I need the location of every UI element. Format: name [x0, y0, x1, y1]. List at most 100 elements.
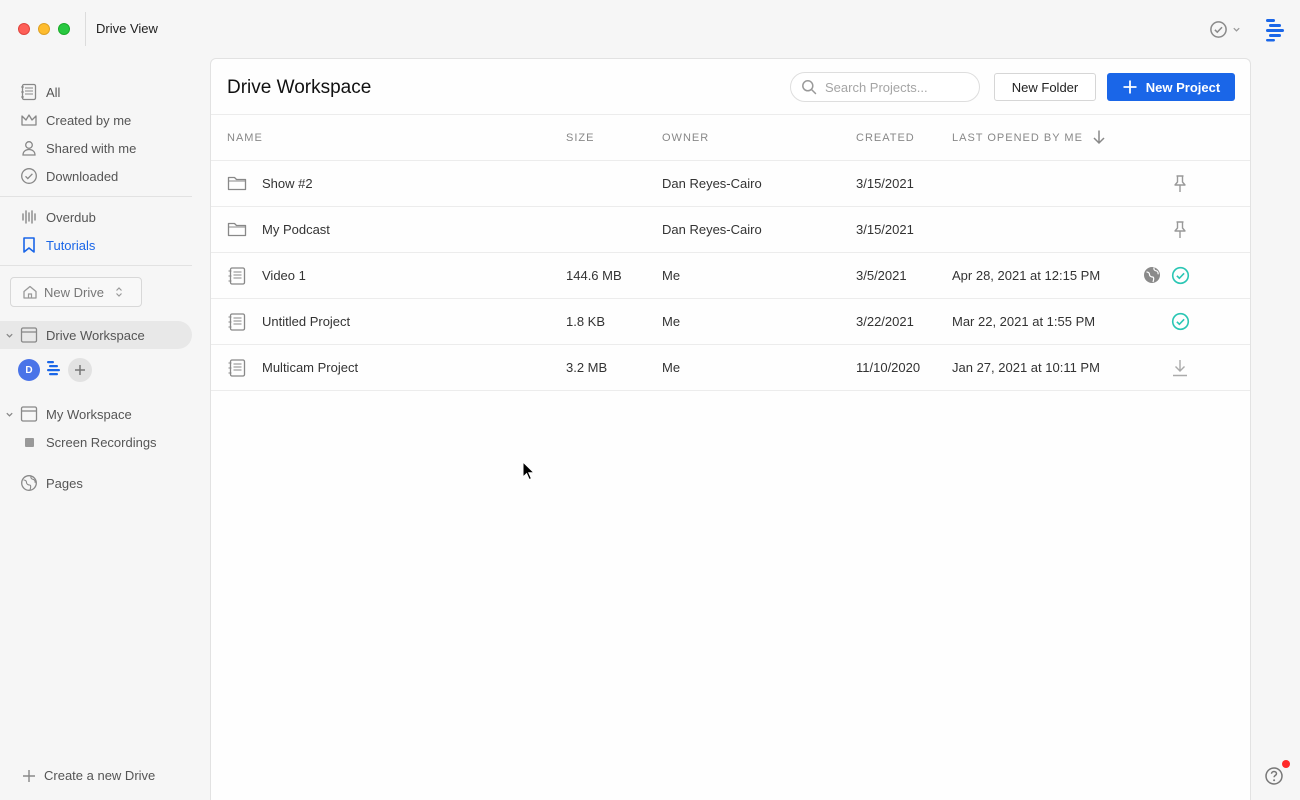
maximize-window-button[interactable] [58, 23, 70, 35]
row-created: 3/5/2021 [856, 268, 907, 283]
create-drive-button[interactable]: Create a new Drive [22, 768, 155, 783]
check-circle-icon [1210, 21, 1227, 38]
project-icon [227, 358, 247, 381]
new-folder-button[interactable]: New Folder [994, 73, 1096, 101]
search-box[interactable] [790, 72, 980, 102]
workspace-members: D [18, 358, 92, 382]
column-name[interactable]: NAME [227, 132, 263, 144]
bookmark-icon [20, 236, 38, 254]
row-name: Show #2 [262, 176, 313, 191]
workspace-drive-workspace[interactable]: Drive Workspace [0, 321, 192, 349]
sidebar-item-label: Screen Recordings [46, 434, 157, 450]
project-icon [227, 266, 247, 289]
row-name: My Podcast [262, 222, 330, 237]
crown-icon [20, 111, 38, 129]
sidebar-item-shared-with-me[interactable]: Shared with me [20, 136, 136, 160]
row-size: 1.8 KB [566, 314, 606, 329]
column-last-opened[interactable]: LAST OPENED BY ME [952, 132, 1083, 144]
row-owner: Me [662, 314, 681, 329]
column-created[interactable]: CREATED [856, 132, 915, 144]
sidebar-item-pages[interactable]: Pages [20, 471, 83, 495]
page-title: Drive Workspace [227, 77, 372, 98]
new-project-button[interactable]: New Project [1107, 73, 1235, 101]
row-owner: Dan Reyes-Cairo [662, 222, 762, 237]
row-last-opened: Apr 28, 2021 at 12:15 PM [952, 268, 1101, 283]
window-controls [18, 23, 70, 35]
window-title: Drive View [96, 21, 158, 36]
synced-check-icon [1171, 266, 1190, 288]
workspace-my-workspace[interactable]: My Workspace [0, 400, 192, 428]
chevron-up-down-icon [116, 287, 122, 297]
sidebar-item-downloaded[interactable]: Downloaded [20, 164, 118, 188]
search-input[interactable] [825, 79, 965, 95]
column-owner[interactable]: OWNER [662, 132, 709, 144]
new-project-label: New Project [1145, 79, 1221, 95]
help-button[interactable] [1264, 766, 1284, 791]
check-circle-icon [20, 167, 38, 185]
sidebar-item-label: Downloaded [46, 168, 119, 184]
row-name: Video 1 [262, 268, 306, 283]
home-icon [23, 285, 37, 299]
pin-icon[interactable] [1172, 174, 1188, 197]
sidebar-item-tutorials[interactable]: Tutorials [20, 233, 95, 257]
close-window-button[interactable] [18, 23, 30, 35]
add-member-button[interactable] [68, 358, 92, 382]
synced-check-icon [1171, 312, 1190, 334]
sidebar-item-overdub[interactable]: Overdub [20, 205, 96, 229]
download-icon[interactable] [1171, 358, 1189, 381]
sidebar-item-created-by-me[interactable]: Created by me [20, 108, 131, 132]
workspace-label: Drive Workspace [46, 327, 145, 343]
folder-icon [227, 174, 247, 195]
globe-published-icon[interactable] [1143, 266, 1161, 287]
table-row[interactable]: Video 1 144.6 MB Me 3/5/2021 Apr 28, 202… [211, 253, 1250, 299]
sidebar-divider [0, 265, 192, 266]
sidebar-item-all[interactable]: All [20, 80, 60, 104]
plus-icon [23, 769, 35, 782]
descript-logo-icon[interactable] [1263, 16, 1287, 47]
avatar[interactable]: D [18, 359, 40, 381]
row-name: Untitled Project [262, 314, 351, 329]
drive-selector-label: New Drive [44, 284, 104, 300]
table-row[interactable]: Multicam Project 3.2 MB Me 11/10/2020 Ja… [211, 345, 1250, 391]
chevron-down-icon[interactable] [0, 331, 18, 340]
pin-icon[interactable] [1172, 220, 1188, 243]
table-row[interactable]: My Podcast Dan Reyes-Cairo 3/15/2021 [211, 207, 1250, 253]
waveform-icon [20, 208, 38, 226]
row-size: 144.6 MB [566, 268, 622, 283]
row-last-opened: Mar 22, 2021 at 1:55 PM [952, 314, 1096, 329]
sidebar-item-label: Pages [46, 475, 83, 491]
main-panel: Drive Workspace New Folder New Project N… [210, 58, 1251, 800]
question-circle-icon [1265, 767, 1283, 785]
sidebar-item-screen-recordings[interactable]: Screen Recordings [0, 428, 192, 456]
globe-icon [20, 474, 38, 492]
sync-status-menu[interactable] [1209, 20, 1241, 39]
project-icon [227, 312, 247, 335]
descript-member-icon[interactable] [46, 359, 62, 382]
sidebar-item-label: All [46, 84, 61, 100]
folder-icon [227, 220, 247, 241]
title-bar: Drive View [0, 0, 1300, 58]
sort-arrow-down-icon[interactable] [1092, 129, 1106, 145]
chevron-down-icon [1233, 27, 1240, 32]
title-divider [85, 12, 86, 46]
row-created: 3/15/2021 [856, 222, 914, 237]
sidebar-item-label: Tutorials [46, 237, 96, 253]
sidebar-item-label: Overdub [46, 209, 96, 225]
plus-icon [1123, 80, 1137, 94]
row-owner: Me [662, 268, 681, 283]
row-created: 11/10/2020 [856, 360, 921, 375]
minimize-window-button[interactable] [38, 23, 50, 35]
drive-selector[interactable]: New Drive [10, 277, 142, 307]
workspace-label: My Workspace [46, 406, 132, 422]
table-row[interactable]: Untitled Project 1.8 KB Me 3/22/2021 Mar… [211, 299, 1250, 345]
project-icon [20, 83, 38, 101]
row-size: 3.2 MB [566, 360, 608, 375]
main-header: Drive Workspace New Folder New Project [211, 59, 1250, 115]
search-icon [802, 80, 817, 95]
mouse-cursor-icon [522, 460, 536, 486]
table-row[interactable]: Show #2 Dan Reyes-Cairo 3/15/2021 [211, 161, 1250, 207]
chevron-down-icon[interactable] [0, 410, 18, 419]
archive-box-icon [20, 405, 40, 423]
column-size[interactable]: SIZE [566, 132, 594, 144]
row-owner: Dan Reyes-Cairo [662, 176, 762, 191]
